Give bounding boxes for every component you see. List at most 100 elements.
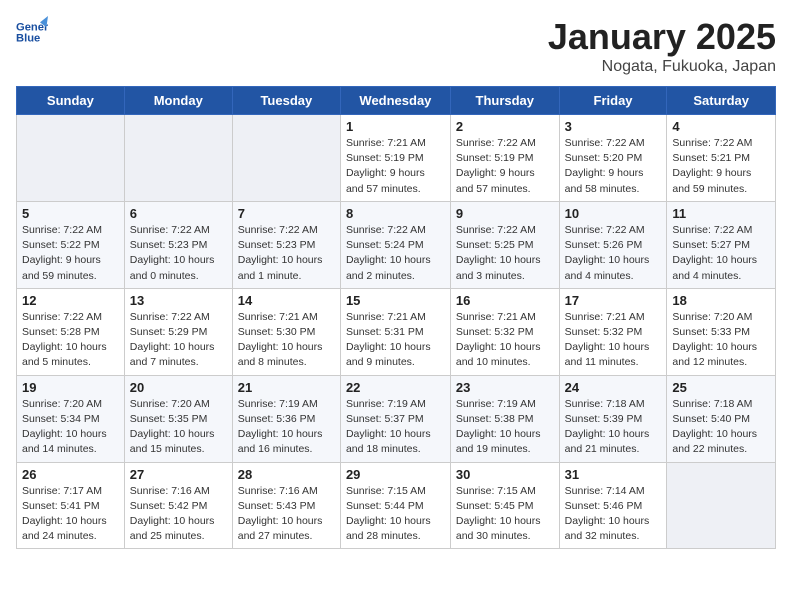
day-info: Sunrise: 7:16 AMSunset: 5:42 PMDaylight:… bbox=[130, 484, 227, 545]
day-info: Sunrise: 7:16 AMSunset: 5:43 PMDaylight:… bbox=[238, 484, 335, 545]
calendar-cell: 2 Sunrise: 7:22 AMSunset: 5:19 PMDaylight… bbox=[450, 115, 559, 202]
day-number: 29 bbox=[346, 467, 445, 482]
day-number: 13 bbox=[130, 293, 227, 308]
day-info: Sunrise: 7:22 AMSunset: 5:23 PMDaylight:… bbox=[130, 223, 227, 284]
calendar-body: 1Sunrise: 7:21 AMSunset: 5:19 PMDaylight… bbox=[17, 115, 776, 549]
day-info: Sunrise: 7:22 AMSunset: 5:27 PMDaylight:… bbox=[672, 223, 770, 284]
day-number: 26 bbox=[22, 467, 119, 482]
day-number: 12 bbox=[22, 293, 119, 308]
day-number: 22 bbox=[346, 380, 445, 395]
calendar-week-row: 12Sunrise: 7:22 AMSunset: 5:28 PMDayligh… bbox=[17, 288, 776, 375]
day-info: Sunrise: 7:18 AMSunset: 5:40 PMDaylight:… bbox=[672, 397, 770, 458]
calendar-cell: 6Sunrise: 7:22 AMSunset: 5:23 PMDaylight… bbox=[124, 201, 232, 288]
calendar-cell: 17Sunrise: 7:21 AMSunset: 5:32 PMDayligh… bbox=[559, 288, 667, 375]
day-number: 19 bbox=[22, 380, 119, 395]
day-info: Sunrise: 7:22 AMSunset: 5:19 PMDaylight:… bbox=[456, 136, 554, 197]
weekday-header-row: SundayMondayTuesdayWednesdayThursdayFrid… bbox=[17, 87, 776, 115]
weekday-header-cell: Monday bbox=[124, 87, 232, 115]
generalblue-logo-icon: General Blue bbox=[16, 16, 48, 48]
calendar-cell: 27 Sunrise: 7:16 AMSunset: 5:42 PMDayligh… bbox=[124, 462, 232, 549]
calendar-cell: 7 Sunrise: 7:22 AMSunset: 5:23 PMDaylight… bbox=[232, 201, 340, 288]
calendar-cell: 15Sunrise: 7:21 AMSunset: 5:31 PMDayligh… bbox=[340, 288, 450, 375]
logo: General Blue bbox=[16, 16, 52, 48]
calendar-cell: 31 Sunrise: 7:14 AMSunset: 5:46 PMDayligh… bbox=[559, 462, 667, 549]
calendar-cell: 23 Sunrise: 7:19 AMSunset: 5:38 PMDayligh… bbox=[450, 375, 559, 462]
day-info: Sunrise: 7:19 AMSunset: 5:38 PMDaylight:… bbox=[456, 397, 554, 458]
day-number: 5 bbox=[22, 206, 119, 221]
day-number: 23 bbox=[456, 380, 554, 395]
weekday-header-cell: Saturday bbox=[667, 87, 776, 115]
day-info: Sunrise: 7:20 AMSunset: 5:35 PMDaylight:… bbox=[130, 397, 227, 458]
day-number: 24 bbox=[565, 380, 662, 395]
day-info: Sunrise: 7:21 AMSunset: 5:31 PMDaylight:… bbox=[346, 310, 445, 371]
day-info: Sunrise: 7:15 AMSunset: 5:44 PMDaylight:… bbox=[346, 484, 445, 545]
day-info: Sunrise: 7:22 AMSunset: 5:20 PMDaylight:… bbox=[565, 136, 662, 197]
calendar-cell: 13 Sunrise: 7:22 AMSunset: 5:29 PMDayligh… bbox=[124, 288, 232, 375]
location: Nogata, Fukuoka, Japan bbox=[548, 58, 776, 76]
day-number: 7 bbox=[238, 206, 335, 221]
day-info: Sunrise: 7:15 AMSunset: 5:45 PMDaylight:… bbox=[456, 484, 554, 545]
weekday-header-cell: Friday bbox=[559, 87, 667, 115]
calendar-cell bbox=[667, 462, 776, 549]
calendar-week-row: 26Sunrise: 7:17 AMSunset: 5:41 PMDayligh… bbox=[17, 462, 776, 549]
svg-text:Blue: Blue bbox=[16, 33, 40, 45]
calendar-week-row: 1Sunrise: 7:21 AMSunset: 5:19 PMDaylight… bbox=[17, 115, 776, 202]
calendar-cell: 5 Sunrise: 7:22 AMSunset: 5:22 PMDaylight… bbox=[17, 201, 125, 288]
calendar-week-row: 19 Sunrise: 7:20 AMSunset: 5:34 PMDayligh… bbox=[17, 375, 776, 462]
day-info: Sunrise: 7:20 AMSunset: 5:34 PMDaylight:… bbox=[22, 397, 119, 458]
month-title: January 2025 bbox=[548, 16, 776, 58]
calendar-cell: 9 Sunrise: 7:22 AMSunset: 5:25 PMDaylight… bbox=[450, 201, 559, 288]
calendar-table: SundayMondayTuesdayWednesdayThursdayFrid… bbox=[16, 86, 776, 549]
day-number: 10 bbox=[565, 206, 662, 221]
calendar-cell: 21 Sunrise: 7:19 AMSunset: 5:36 PMDayligh… bbox=[232, 375, 340, 462]
day-number: 4 bbox=[672, 119, 770, 134]
day-number: 9 bbox=[456, 206, 554, 221]
day-number: 14 bbox=[238, 293, 335, 308]
calendar-cell: 12Sunrise: 7:22 AMSunset: 5:28 PMDayligh… bbox=[17, 288, 125, 375]
calendar-cell bbox=[124, 115, 232, 202]
day-info: Sunrise: 7:18 AMSunset: 5:39 PMDaylight:… bbox=[565, 397, 662, 458]
day-number: 3 bbox=[565, 119, 662, 134]
day-number: 16 bbox=[456, 293, 554, 308]
day-info: Sunrise: 7:21 AMSunset: 5:32 PMDaylight:… bbox=[565, 310, 662, 371]
day-info: Sunrise: 7:19 AMSunset: 5:37 PMDaylight:… bbox=[346, 397, 445, 458]
title-block: January 2025 Nogata, Fukuoka, Japan bbox=[548, 16, 776, 76]
day-info: Sunrise: 7:22 AMSunset: 5:23 PMDaylight:… bbox=[238, 223, 335, 284]
calendar-cell: 10 Sunrise: 7:22 AMSunset: 5:26 PMDayligh… bbox=[559, 201, 667, 288]
day-number: 31 bbox=[565, 467, 662, 482]
calendar-cell: 30 Sunrise: 7:15 AMSunset: 5:45 PMDayligh… bbox=[450, 462, 559, 549]
day-info: Sunrise: 7:21 AMSunset: 5:30 PMDaylight:… bbox=[238, 310, 335, 371]
calendar-cell: 24 Sunrise: 7:18 AMSunset: 5:39 PMDayligh… bbox=[559, 375, 667, 462]
calendar-cell: 1Sunrise: 7:21 AMSunset: 5:19 PMDaylight… bbox=[340, 115, 450, 202]
day-info: Sunrise: 7:21 AMSunset: 5:19 PMDaylight:… bbox=[346, 136, 445, 197]
calendar-cell: 26Sunrise: 7:17 AMSunset: 5:41 PMDayligh… bbox=[17, 462, 125, 549]
calendar-week-row: 5 Sunrise: 7:22 AMSunset: 5:22 PMDaylight… bbox=[17, 201, 776, 288]
weekday-header-cell: Thursday bbox=[450, 87, 559, 115]
day-info: Sunrise: 7:20 AMSunset: 5:33 PMDaylight:… bbox=[672, 310, 770, 371]
day-info: Sunrise: 7:22 AMSunset: 5:25 PMDaylight:… bbox=[456, 223, 554, 284]
day-number: 21 bbox=[238, 380, 335, 395]
day-number: 25 bbox=[672, 380, 770, 395]
calendar-cell: 22 Sunrise: 7:19 AMSunset: 5:37 PMDayligh… bbox=[340, 375, 450, 462]
weekday-header-cell: Sunday bbox=[17, 87, 125, 115]
calendar-cell: 14 Sunrise: 7:21 AMSunset: 5:30 PMDayligh… bbox=[232, 288, 340, 375]
day-number: 18 bbox=[672, 293, 770, 308]
day-info: Sunrise: 7:22 AMSunset: 5:29 PMDaylight:… bbox=[130, 310, 227, 371]
day-info: Sunrise: 7:19 AMSunset: 5:36 PMDaylight:… bbox=[238, 397, 335, 458]
day-info: Sunrise: 7:14 AMSunset: 5:46 PMDaylight:… bbox=[565, 484, 662, 545]
day-info: Sunrise: 7:22 AMSunset: 5:26 PMDaylight:… bbox=[565, 223, 662, 284]
calendar-cell: 20Sunrise: 7:20 AMSunset: 5:35 PMDayligh… bbox=[124, 375, 232, 462]
calendar-cell: 19 Sunrise: 7:20 AMSunset: 5:34 PMDayligh… bbox=[17, 375, 125, 462]
calendar-cell: 16Sunrise: 7:21 AMSunset: 5:32 PMDayligh… bbox=[450, 288, 559, 375]
calendar-cell: 25 Sunrise: 7:18 AMSunset: 5:40 PMDayligh… bbox=[667, 375, 776, 462]
day-number: 30 bbox=[456, 467, 554, 482]
day-number: 27 bbox=[130, 467, 227, 482]
day-info: Sunrise: 7:22 AMSunset: 5:24 PMDaylight:… bbox=[346, 223, 445, 284]
day-number: 2 bbox=[456, 119, 554, 134]
calendar-cell: 11Sunrise: 7:22 AMSunset: 5:27 PMDayligh… bbox=[667, 201, 776, 288]
weekday-header-cell: Wednesday bbox=[340, 87, 450, 115]
calendar-cell: 8 Sunrise: 7:22 AMSunset: 5:24 PMDaylight… bbox=[340, 201, 450, 288]
day-number: 8 bbox=[346, 206, 445, 221]
day-info: Sunrise: 7:22 AMSunset: 5:22 PMDaylight:… bbox=[22, 223, 119, 284]
main-container: General Blue January 2025 Nogata, Fukuok… bbox=[0, 0, 792, 559]
